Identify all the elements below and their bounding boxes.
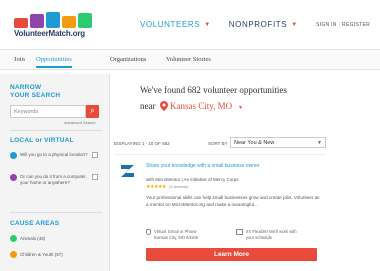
filter-sidebar: NARROW YOUR SEARCH Keywords ⌕ Advanced S…: [0, 74, 110, 271]
location-icon: [146, 229, 151, 235]
divider: [10, 130, 102, 131]
subnav-opportunities[interactable]: Opportunities: [36, 56, 72, 68]
keyword-input[interactable]: Keywords: [10, 105, 86, 118]
nav-nonprofits[interactable]: NONPROFITS: [229, 20, 287, 29]
cause-animals[interactable]: Animals (48): [10, 235, 45, 242]
site-header: VolunteerMatch.org VOLUNTEERS ▼ NONPROFI…: [0, 0, 380, 50]
logo-bars-icon: [14, 12, 100, 28]
subnav-organizations[interactable]: Organizations: [110, 56, 146, 63]
opportunity-title-link[interactable]: Share your knowledge with a small busine…: [146, 163, 316, 170]
subnav-join[interactable]: Join: [14, 56, 25, 63]
chevron-down-icon: ▼: [204, 21, 211, 28]
opportunity-location: Virtual: Email or Phone Kansas City, MO …: [146, 229, 198, 240]
chevron-down-icon: ▼: [238, 105, 243, 111]
review-count: (3 reviews): [168, 184, 189, 189]
top-nav: VOLUNTEERS ▼ NONPROFITS ▼: [140, 20, 298, 29]
location-icon: [10, 152, 17, 159]
organization-link[interactable]: with MicroMentor | An initiative of Merc…: [146, 177, 238, 182]
nav-volunteers[interactable]: VOLUNTEERS: [140, 20, 200, 29]
virtual-checkbox[interactable]: [92, 174, 98, 180]
local-virtual-title: LOCAL or VIRTUAL: [10, 137, 74, 144]
calendar-icon: [236, 229, 243, 235]
near-label: near: [140, 101, 156, 111]
volunteermatch-logo[interactable]: VolunteerMatch.org: [14, 12, 100, 40]
paw-icon: [10, 235, 17, 242]
micromentor-logo-icon: [121, 165, 134, 177]
opportunity-card: Share your knowledge with a small busine…: [114, 154, 326, 271]
search-icon: ⌕: [90, 106, 95, 115]
chevron-down-icon: ▼: [317, 140, 322, 146]
cause-areas-title: CAUSE AREAS: [10, 220, 60, 227]
logo-text: VolunteerMatch.org: [14, 29, 85, 38]
sort-label: SORT BY: [208, 141, 228, 146]
results-headline: We've found 682 volunteer opportunities: [140, 85, 287, 95]
local-option-virtual[interactable]: Or can you do it from a computer, your h…: [10, 174, 98, 185]
chevron-down-icon: ▼: [291, 21, 298, 28]
computer-icon: [10, 174, 17, 181]
sub-nav: Join Opportunities Organizations Volunte…: [0, 50, 380, 70]
results-count: DISPLAYING 1 - 10 OF 682: [114, 141, 170, 146]
advanced-search-link[interactable]: Advanced Search: [64, 120, 96, 125]
narrow-search-title: NARROW YOUR SEARCH: [10, 84, 61, 99]
opportunity-description: Your professional skills can help small …: [146, 195, 320, 207]
signin-register-link[interactable]: SIGN IN · REGISTER: [316, 22, 370, 28]
search-button[interactable]: ⌕: [86, 105, 99, 118]
divider: [10, 212, 102, 213]
cause-children-youth[interactable]: Children & Youth (57): [10, 251, 63, 258]
learn-more-button[interactable]: Learn More: [146, 248, 317, 261]
city-selector[interactable]: Kansas City, MO: [170, 101, 232, 111]
physical-checkbox[interactable]: [92, 152, 98, 158]
opportunity-schedule: It's Flexible! We'll work with your sche…: [236, 229, 297, 240]
page: VolunteerMatch.org VOLUNTEERS ▼ NONPROFI…: [0, 0, 380, 271]
location-pin-icon: [160, 101, 168, 111]
results-main: We've found 682 volunteer opportunities …: [112, 74, 380, 271]
child-icon: [10, 251, 17, 258]
sort-select[interactable]: Near You & New ▼: [230, 137, 326, 148]
subnav-volunteer-stories[interactable]: Volunteer Stories: [166, 56, 211, 63]
local-option-physical[interactable]: Will you go to a physical location?: [10, 152, 98, 159]
rating-stars: ★★★★★ (3 reviews): [146, 184, 189, 190]
